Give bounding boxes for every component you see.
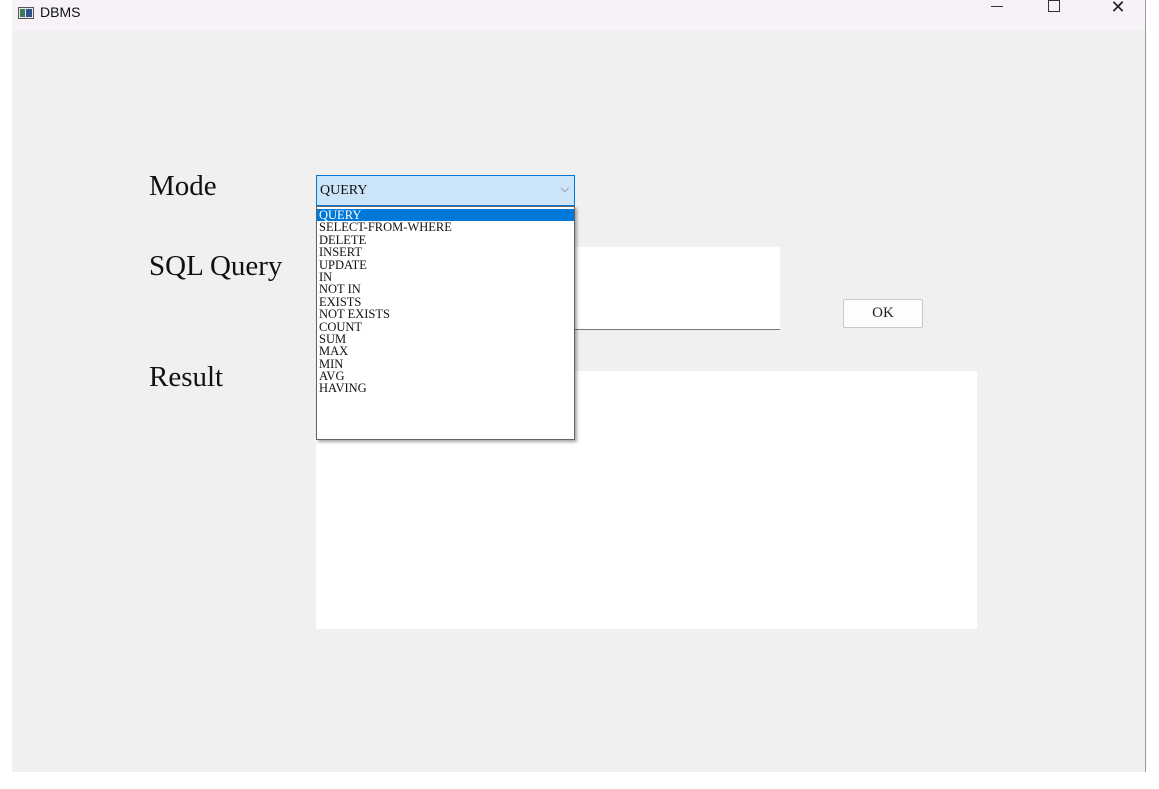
close-button[interactable]: ✕: [1095, 0, 1141, 30]
mode-select-value: QUERY: [320, 183, 368, 198]
dropdown-option[interactable]: UPDATE: [317, 259, 574, 271]
dropdown-option[interactable]: MIN: [317, 358, 574, 370]
window-title: DBMS: [40, 4, 81, 20]
close-icon: ✕: [1110, 0, 1126, 18]
minimize-button[interactable]: [974, 0, 1020, 30]
minimize-icon: [991, 5, 1003, 7]
ok-button[interactable]: OK: [843, 299, 923, 328]
dropdown-option[interactable]: SUM: [317, 333, 574, 345]
mode-label: Mode: [149, 170, 217, 202]
dropdown-option[interactable]: IN: [317, 271, 574, 283]
mode-select[interactable]: QUERY ⌵: [316, 175, 575, 206]
mode-dropdown-list: QUERY SELECT-FROM-WHERE DELETE INSERT UPDATE…: [316, 206, 575, 440]
dropdown-option[interactable]: NOT EXISTS: [317, 308, 574, 320]
dropdown-option[interactable]: HAVING: [317, 382, 574, 394]
chevron-down-icon: ⌵: [560, 182, 569, 195]
dropdown-option[interactable]: QUERY: [317, 209, 574, 222]
dropdown-option[interactable]: MAX: [317, 345, 574, 357]
sql-query-label: SQL Query: [149, 250, 283, 282]
app-icon: [18, 7, 34, 19]
dropdown-option[interactable]: COUNT: [317, 321, 574, 333]
dropdown-option[interactable]: SELECT-FROM-WHERE: [317, 221, 574, 233]
dropdown-option[interactable]: EXISTS: [317, 296, 574, 308]
dropdown-option[interactable]: INSERT: [317, 246, 574, 258]
dropdown-option[interactable]: AVG: [317, 370, 574, 382]
maximize-button[interactable]: [1031, 0, 1077, 30]
main-window: DBMS ✕ Mode SQL Query Result OK QUERY ⌵ …: [12, 0, 1146, 772]
dropdown-option[interactable]: DELETE: [317, 234, 574, 246]
title-bar[interactable]: DBMS ✕: [12, 0, 1145, 30]
dropdown-option[interactable]: NOT IN: [317, 283, 574, 295]
result-label: Result: [149, 361, 224, 393]
maximize-icon: [1048, 0, 1060, 12]
